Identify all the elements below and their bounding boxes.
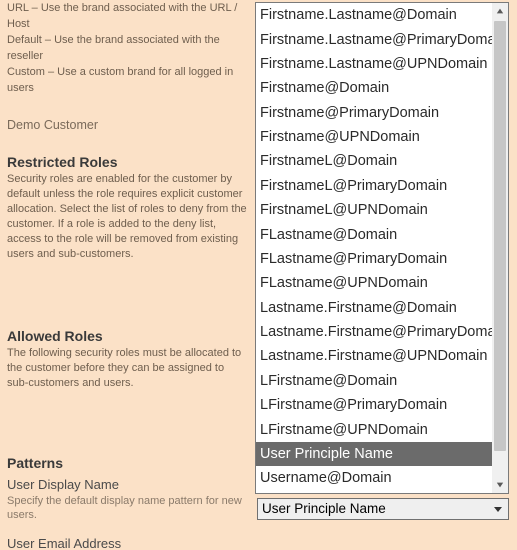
dropdown-item[interactable]: Username@Domain: [256, 466, 492, 490]
dropdown-item[interactable]: Firstname@UPNDomain: [256, 125, 492, 149]
dropdown-item[interactable]: FLastname@PrimaryDomain: [256, 247, 492, 271]
dropdown-item[interactable]: LFirstname@PrimaryDomain: [256, 393, 492, 417]
dropdown-item[interactable]: Firstname@PrimaryDomain: [256, 101, 492, 125]
dropdown-item[interactable]: FirstnameL@PrimaryDomain: [256, 174, 492, 198]
dropdown-item[interactable]: Lastname.Firstname@PrimaryDomain: [256, 320, 492, 344]
dropdown-item[interactable]: Firstname.Lastname@UPNDomain: [256, 52, 492, 76]
brand-desc-line-2: Default – Use the brand associated with …: [7, 32, 247, 64]
dropdown-item[interactable]: Firstname.Lastname@Domain: [256, 3, 492, 27]
brand-desc-line-1: URL – Use the brand associated with the …: [7, 0, 247, 32]
dropdown-item[interactable]: FLastname@Domain: [256, 222, 492, 246]
email-pattern-dropdown-popup[interactable]: Firstname.Lastname@DomainFirstname.Lastn…: [255, 2, 509, 494]
dropdown-item[interactable]: FirstnameL@UPNDomain: [256, 198, 492, 222]
dropdown-item[interactable]: Firstname.Lastname@PrimaryDomain: [256, 27, 492, 51]
dropdown-item[interactable]: Firstname@Domain: [256, 76, 492, 100]
user-display-name-desc: Specify the default display name pattern…: [7, 494, 247, 522]
restricted-roles-body: Security roles are enabled for the custo…: [7, 172, 247, 262]
dropdown-item[interactable]: FirstnameL@Domain: [256, 149, 492, 173]
allowed-roles-title: Allowed Roles: [7, 328, 247, 344]
demo-customer-link[interactable]: Demo Customer: [7, 118, 247, 132]
chevron-down-icon: [490, 501, 506, 517]
brand-desc-line-3: Custom – Use a custom brand for all logg…: [7, 64, 247, 96]
dropdown-item[interactable]: LFirstname@Domain: [256, 369, 492, 393]
email-pattern-select-value: User Principle Name: [262, 501, 386, 516]
email-pattern-select[interactable]: User Principle Name: [257, 498, 509, 520]
scroll-up-arrow-icon[interactable]: [492, 3, 508, 19]
dropdown-item[interactable]: User Principle Name: [256, 442, 492, 466]
scroll-down-arrow-icon[interactable]: [492, 477, 508, 493]
restricted-roles-title: Restricted Roles: [7, 154, 247, 170]
user-email-title: User Email Address: [7, 536, 247, 550]
dropdown-list[interactable]: Firstname.Lastname@DomainFirstname.Lastn…: [256, 3, 492, 493]
dropdown-item[interactable]: LFirstname@UPNDomain: [256, 417, 492, 441]
user-display-name-title: User Display Name: [7, 477, 247, 492]
dropdown-item[interactable]: FLastname@UPNDomain: [256, 271, 492, 295]
scroll-thumb[interactable]: [494, 21, 506, 451]
dropdown-item[interactable]: Lastname.Firstname@Domain: [256, 296, 492, 320]
left-column: URL – Use the brand associated with the …: [7, 0, 247, 550]
dropdown-scrollbar[interactable]: [492, 3, 508, 493]
page-root: URL – Use the brand associated with the …: [0, 0, 517, 550]
dropdown-item[interactable]: Lastname.Firstname@UPNDomain: [256, 344, 492, 368]
allowed-roles-body: The following security roles must be all…: [7, 346, 247, 391]
patterns-title: Patterns: [7, 455, 247, 471]
